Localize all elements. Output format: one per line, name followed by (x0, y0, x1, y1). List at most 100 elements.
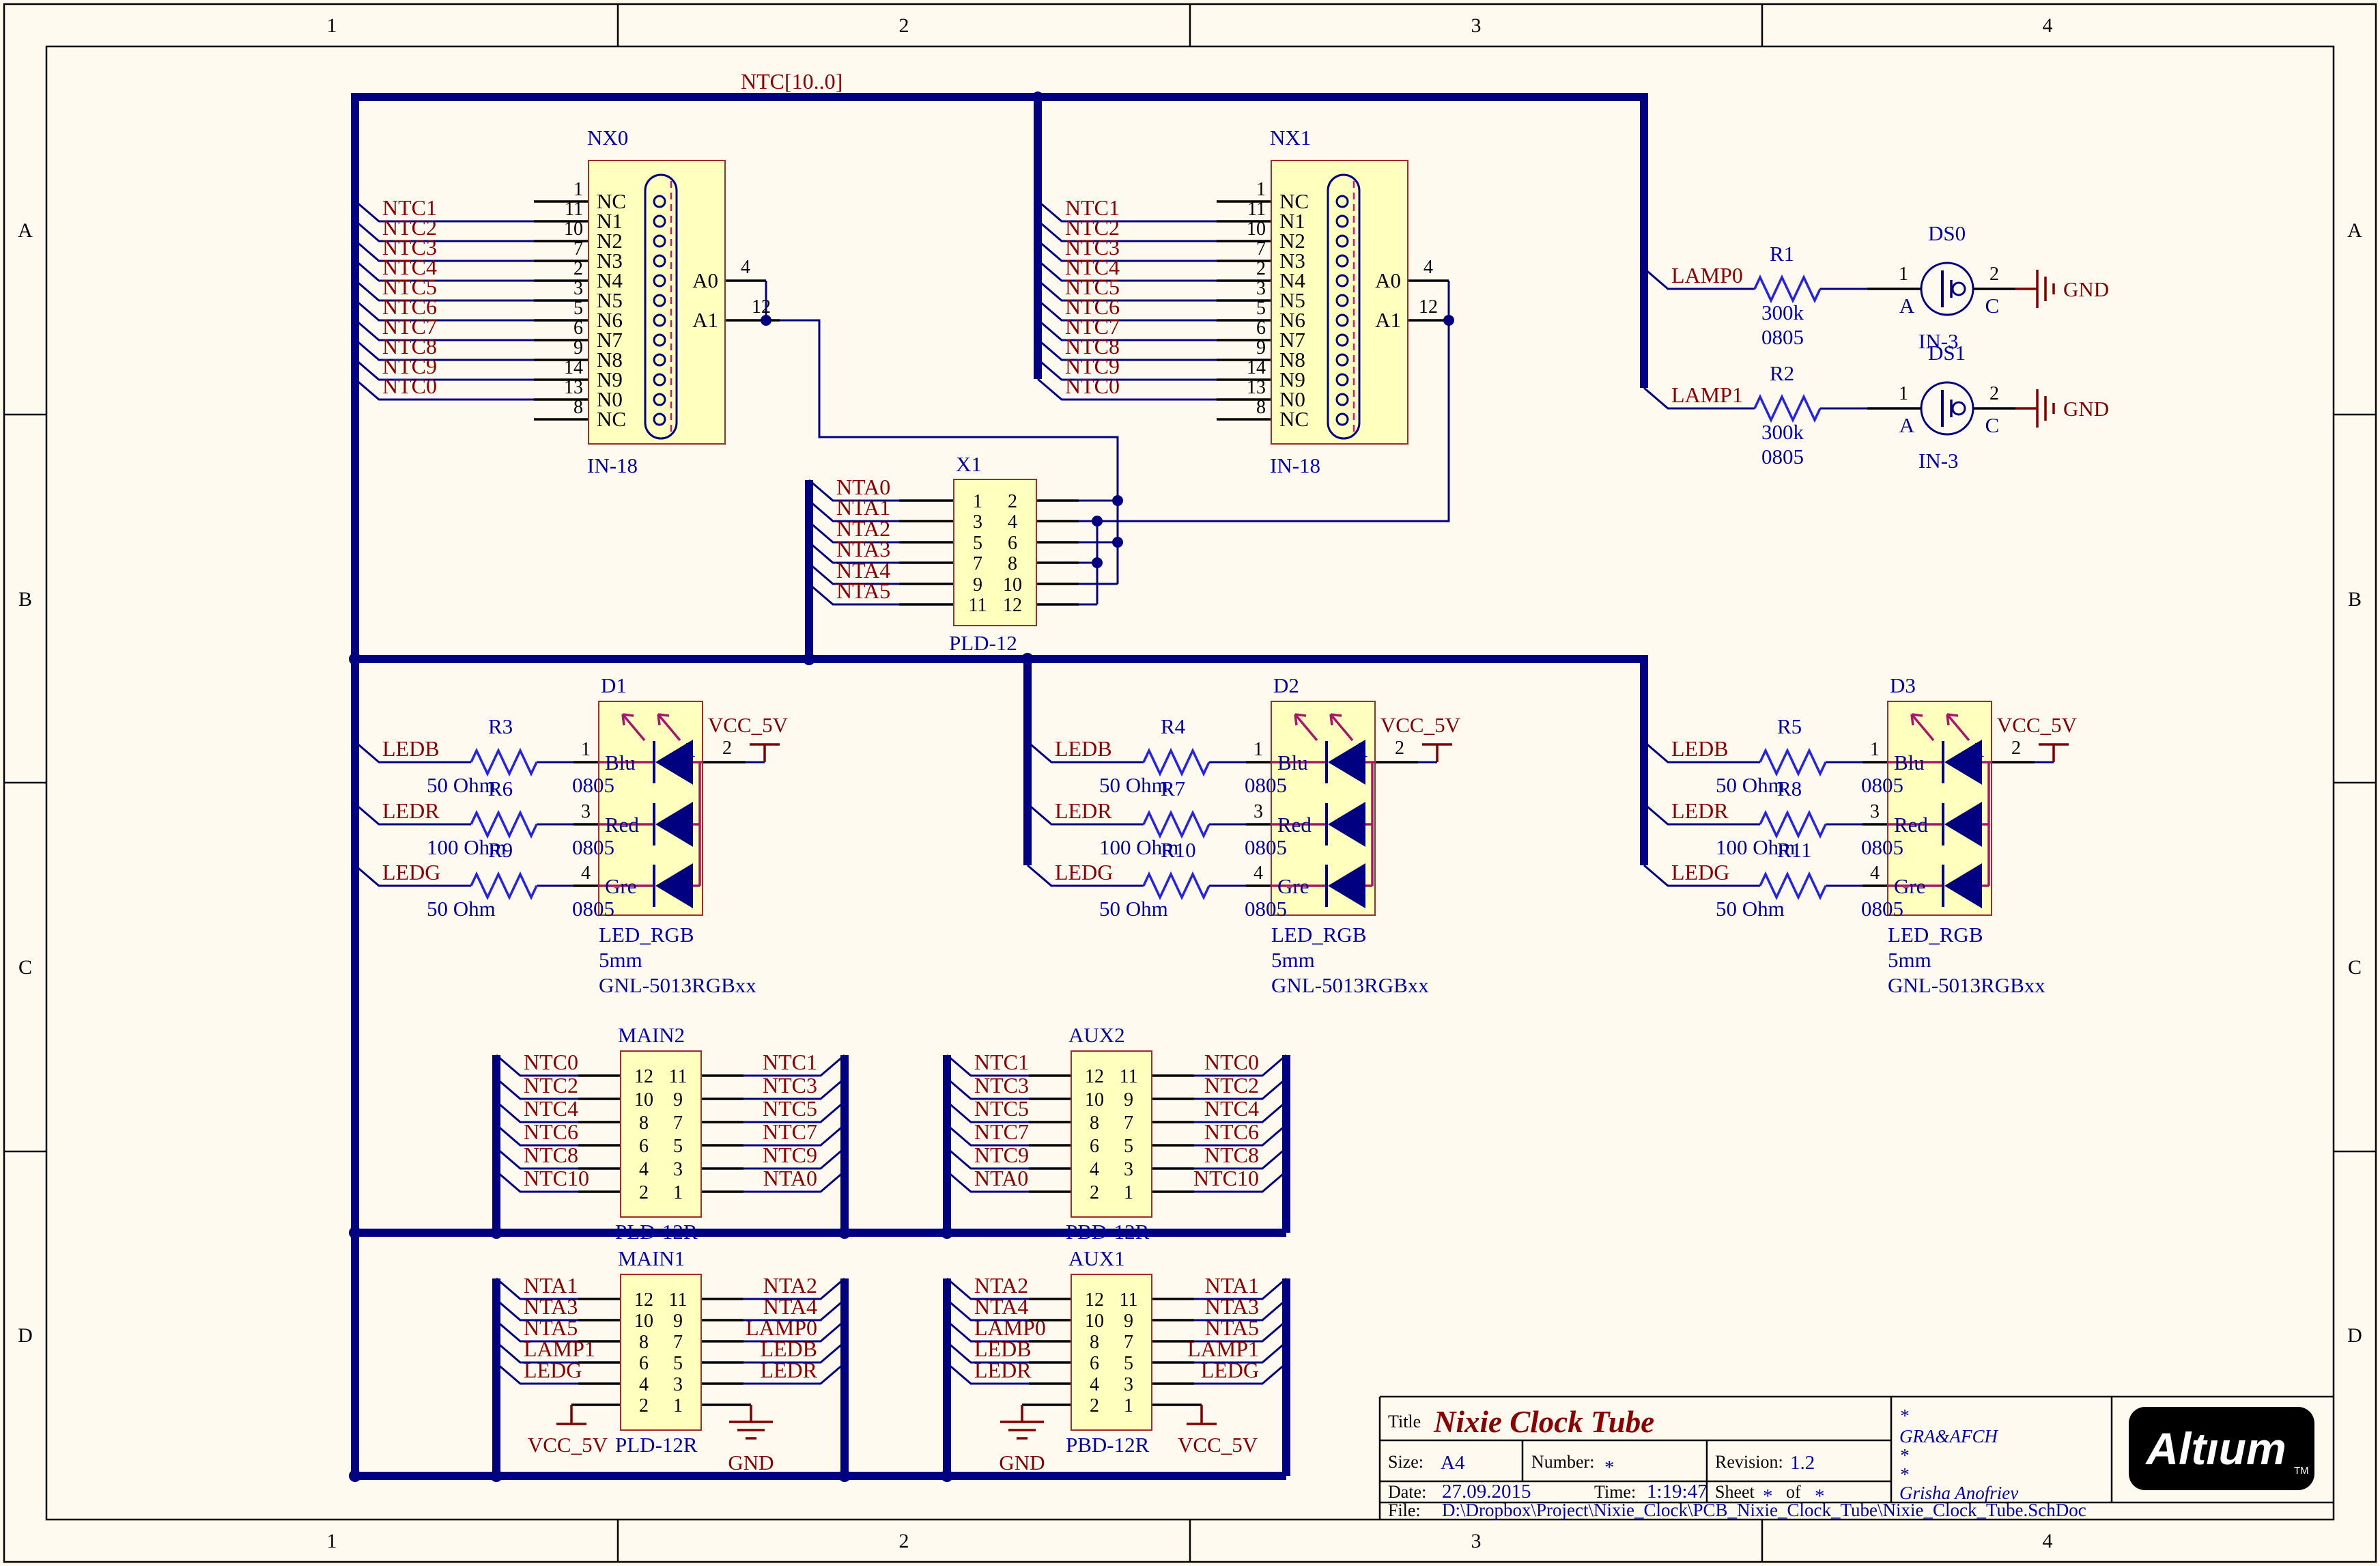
power-label: VCC_5V (708, 713, 789, 737)
pin-name: NC (597, 407, 626, 431)
net-label: NTC0 (382, 374, 437, 398)
pin-number: 13 (564, 377, 583, 398)
pin-name: C (1985, 413, 2000, 437)
net-label: NTC5 (974, 1096, 1029, 1121)
designator: D2 (1273, 673, 1299, 697)
pin-number: 11 (969, 595, 987, 616)
pin-number: 2 (1989, 383, 1999, 404)
net-label: LEDB (382, 736, 440, 761)
col-label: 3 (1471, 1530, 1482, 1552)
net-label: LEDG (1671, 860, 1729, 884)
part-label: IN-18 (587, 453, 638, 477)
row-label: A (18, 219, 33, 242)
pin-number: 12 (634, 1289, 653, 1311)
net-label: NTC6 (1204, 1119, 1259, 1144)
pin-number: 8 (1090, 1113, 1099, 1134)
pin-number: 9 (1124, 1089, 1133, 1110)
net-label: NTC0 (524, 1050, 578, 1074)
resistor-size: 0805 (1861, 835, 1903, 859)
lamp-channel-1: LAMP1 R2 300k 0805 DS1 IN-3 1 A 2 C GND (1644, 341, 2109, 473)
altium-logo-tm: TM (2294, 1465, 2309, 1477)
title-block: Title Nixie Clock Tube Size: A4 Number: … (1380, 1397, 2334, 1520)
net-label: LEDG (1055, 860, 1113, 884)
pin-number: 1 (581, 739, 591, 760)
net-label: NTC6 (524, 1119, 578, 1144)
pin-number: 2 (1256, 258, 1266, 279)
part-label: PLD-12R (615, 1433, 698, 1457)
pin-number: 7 (573, 238, 583, 260)
pin-name: A0 (692, 268, 718, 292)
net-label: NTC1 (763, 1050, 817, 1074)
net-label: NTC10 (1193, 1166, 1259, 1190)
pin-number: 1 (1253, 739, 1263, 760)
sheet-frame: 1 2 3 4 1 2 3 4 A B C D A B C D (4, 4, 2376, 1562)
designator: AUX2 (1068, 1023, 1125, 1047)
net-label: NTC8 (524, 1143, 578, 1167)
part-label: LED_RGB (599, 923, 694, 947)
pin-number: 3 (1124, 1159, 1133, 1180)
pin-number: 1 (673, 1182, 683, 1203)
pin-number: 10 (1247, 219, 1266, 240)
designator: NX1 (1270, 126, 1311, 150)
gnd-label: GND (999, 1451, 1045, 1474)
component-nx1: NX1 IN-18 1 11 10 7 2 3 5 6 9 14 13 8 NC… (1038, 126, 1449, 521)
pin-number: 10 (564, 219, 583, 240)
pin-number: 8 (639, 1113, 649, 1134)
col-label: 1 (327, 1530, 337, 1552)
pin-number: 7 (1256, 238, 1266, 260)
pin-number: 9 (1124, 1311, 1133, 1332)
pin-number: 12 (1419, 296, 1438, 318)
pin-number: 8 (1008, 553, 1017, 574)
pin-number: 5 (973, 533, 982, 554)
pin-name: Red (605, 813, 639, 837)
pin-number: 9 (973, 574, 982, 596)
pin-name: Red (1277, 813, 1312, 837)
pin-number: 8 (639, 1332, 649, 1353)
pin-name: A1 (692, 308, 718, 332)
col-label: 2 (899, 14, 909, 37)
net-label: NTC0 (1065, 374, 1120, 398)
col-label: 3 (1471, 14, 1482, 37)
net-label: LEDR (760, 1358, 817, 1382)
pin-name: A (1352, 738, 1368, 761)
pin-number: 7 (673, 1113, 683, 1134)
pin-number: 4 (1423, 257, 1433, 278)
pin-number: 1 (1899, 264, 1908, 285)
pin-number: 6 (639, 1136, 649, 1157)
pin-name: C (1985, 294, 2000, 318)
designator: X1 (956, 452, 982, 476)
net-label: LEDB (1671, 736, 1729, 761)
pin-number: 12 (1003, 595, 1022, 616)
resistor-size: 0805 (1761, 325, 1804, 349)
pin-number: 4 (1090, 1159, 1099, 1180)
row-label: A (2347, 219, 2362, 242)
col-label: 2 (899, 1530, 909, 1552)
pin-number: 5 (1124, 1136, 1133, 1157)
pin-number: 4 (581, 863, 591, 884)
pin-number: 9 (673, 1089, 683, 1110)
component-d2: D2 LEDB LEDR LEDG R4 R7 R10 50 Ohm 100 O… (1028, 673, 1461, 997)
resistor-size: 0805 (1245, 835, 1287, 859)
title-label: Title (1388, 1412, 1421, 1431)
pin-name: A (1899, 413, 1915, 437)
resistor-value: 50 Ohm (1099, 897, 1168, 921)
part-label: PLD-12R (615, 1220, 698, 1244)
resistor-value: 50 Ohm (1716, 897, 1785, 921)
designator: DS1 (1928, 341, 1966, 365)
pin-number: 3 (1253, 801, 1263, 822)
resistor-size: 0805 (572, 773, 614, 797)
col-label: 1 (327, 14, 337, 37)
part-label: PBD-12R (1066, 1433, 1150, 1457)
net-label: NTC0 (1204, 1050, 1259, 1074)
pin-number: 9 (1256, 337, 1266, 359)
pin-number: 7 (973, 553, 982, 574)
pin-number: 8 (573, 397, 583, 418)
net-label: NTC9 (763, 1143, 817, 1167)
pin-number: 3 (673, 1374, 683, 1395)
pin-number: 1 (1870, 739, 1880, 760)
pin-number: 6 (1256, 318, 1266, 339)
resistor-value: 300k (1761, 420, 1804, 444)
org-line: * (1899, 1445, 1909, 1466)
pin-number: 11 (669, 1289, 688, 1311)
row-label: D (2347, 1324, 2362, 1347)
